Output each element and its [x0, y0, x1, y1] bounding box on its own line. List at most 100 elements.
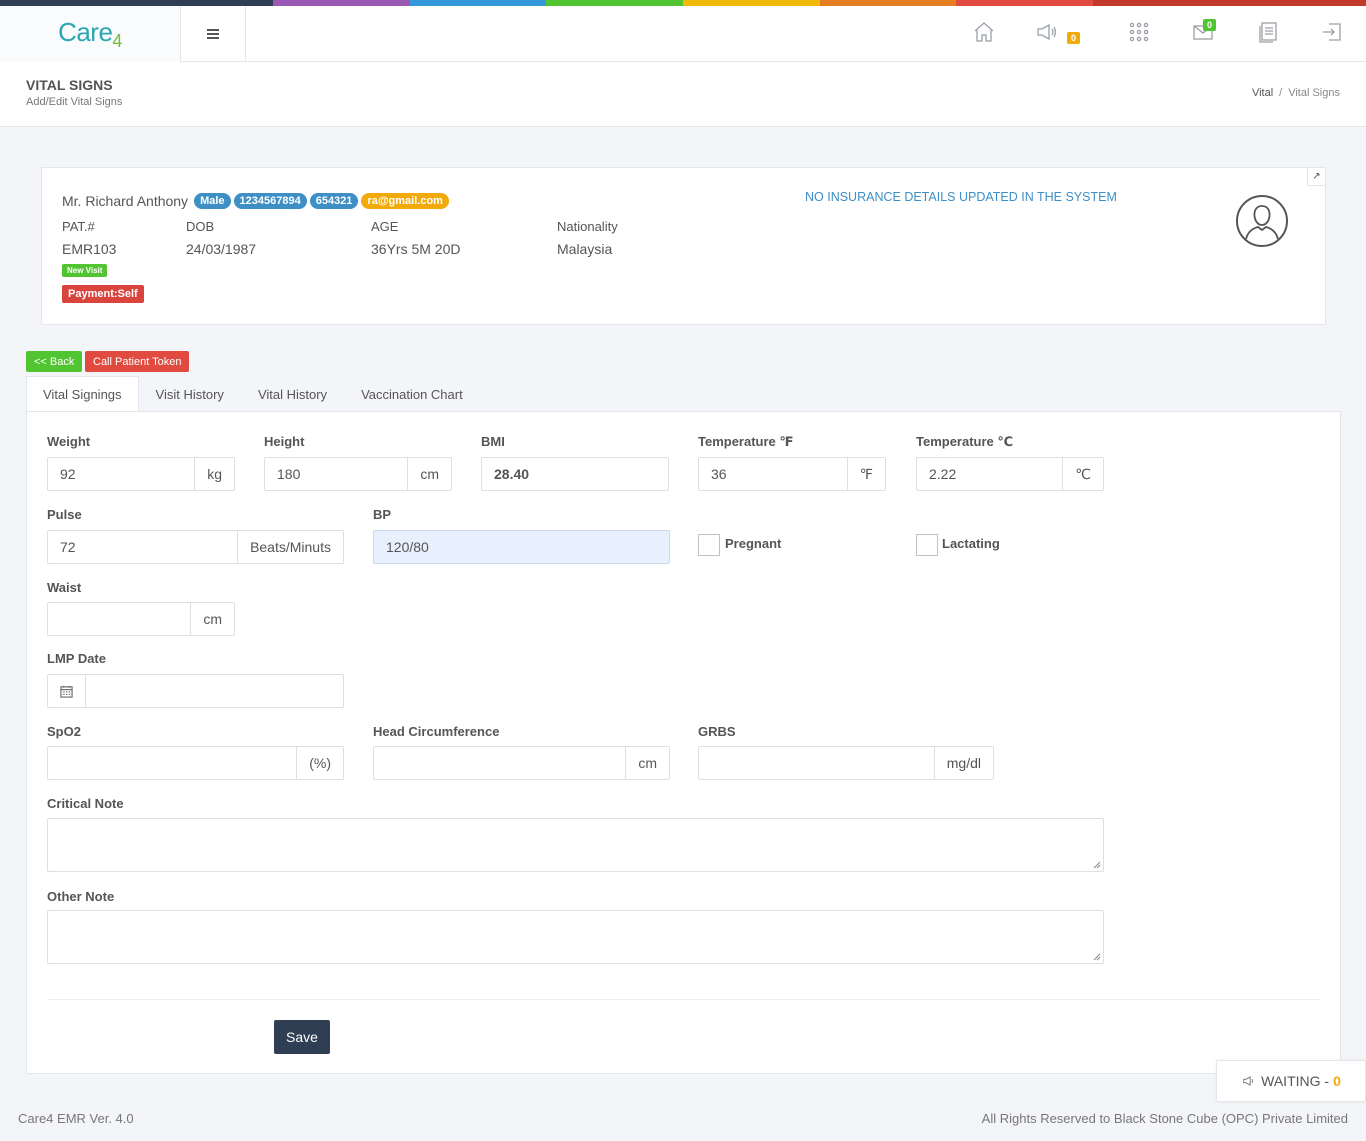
resize-handle-icon [1093, 861, 1101, 869]
waiting-widget[interactable]: WAITING - 0 [1216, 1060, 1366, 1102]
waist-unit: cm [190, 603, 234, 635]
save-button[interactable]: Save [274, 1020, 330, 1054]
megaphone-icon [1243, 1076, 1254, 1086]
report-icon[interactable] [1256, 20, 1284, 48]
temperature-c-input[interactable]: 2.22 [917, 458, 1062, 490]
head-circumference-label: Head Circumference [373, 724, 500, 739]
logo-area[interactable]: Care4 [0, 6, 181, 62]
expand-icon[interactable]: ↗ [1307, 168, 1325, 186]
other-note-textarea[interactable] [47, 910, 1104, 964]
head-circumference-field[interactable]: cm [373, 746, 670, 780]
head-circumference-unit: cm [625, 747, 669, 779]
waist-field[interactable]: cm [47, 602, 235, 636]
gender-badge: Male [194, 193, 231, 209]
height-input[interactable]: 180 [265, 458, 407, 490]
pulse-input[interactable]: 72 [48, 531, 237, 563]
age-value: 36Yrs 5M 20D [371, 241, 461, 257]
head-circumference-input[interactable] [374, 747, 625, 779]
temperature-f-label: Temperature ℉ [698, 434, 794, 449]
height-field[interactable]: 180 cm [264, 457, 452, 491]
tab-vital-history[interactable]: Vital History [241, 376, 344, 412]
logo: Care4 [58, 16, 122, 51]
temperature-c-field[interactable]: 2.22 ℃ [916, 457, 1104, 491]
bmi-input[interactable]: 28.40 [482, 458, 668, 490]
dob-label: DOB [186, 219, 215, 234]
lactating-checkbox[interactable] [916, 534, 938, 556]
avatar [1235, 194, 1289, 248]
lmp-date-field[interactable] [47, 674, 344, 708]
critical-note-label: Critical Note [47, 796, 124, 811]
tab-visit-history[interactable]: Visit History [139, 376, 241, 412]
temperature-f-input[interactable]: 36 [699, 458, 847, 490]
other-note-label: Other Note [47, 889, 115, 904]
grbs-unit: mg/dl [933, 747, 993, 779]
critical-note-textarea[interactable] [47, 818, 1104, 872]
grbs-input[interactable] [699, 747, 934, 779]
dob-value: 24/03/1987 [186, 241, 257, 257]
mail-icon[interactable]: 0 [1191, 19, 1219, 48]
waist-input[interactable] [48, 603, 190, 635]
logout-icon[interactable] [1320, 20, 1348, 48]
menu-toggle-button[interactable] [181, 6, 246, 62]
waiting-count: 0 [1333, 1073, 1341, 1089]
bmi-field[interactable]: 28.40 [481, 457, 669, 491]
temperature-f-field[interactable]: 36 ℉ [698, 457, 886, 491]
spo2-field[interactable]: (%) [47, 746, 344, 780]
height-unit: cm [407, 458, 451, 490]
megaphone-icon[interactable]: 0 [1035, 20, 1081, 48]
vital-signs-form: Weight 92 kg Height 180 cm BMI 28.40 Tem… [26, 411, 1341, 1074]
grbs-field[interactable]: mg/dl [698, 746, 994, 780]
tab-bar: Vital Signings Visit History Vital Histo… [26, 376, 480, 412]
patient-name: Mr. Richard Anthony [62, 193, 189, 209]
tab-vital-signings[interactable]: Vital Signings [26, 376, 139, 412]
bp-field[interactable]: 120/80 [373, 530, 670, 564]
bmi-label: BMI [481, 434, 505, 449]
page-header: VITAL SIGNS Add/Edit Vital Signs Vital / V… [0, 62, 1366, 127]
pulse-unit: Beats/Minuts [237, 531, 343, 563]
pregnant-checkbox[interactable] [698, 534, 720, 556]
pat-no-value: EMR103 [62, 241, 117, 257]
bp-input[interactable]: 120/80 [374, 531, 669, 563]
grbs-label: GRBS [698, 724, 736, 739]
footer-copyright: All Rights Reserved to Black Stone Cube … [981, 1111, 1348, 1126]
hamburger-icon [207, 29, 219, 39]
temperature-f-unit: ℉ [846, 458, 885, 490]
patient-name-row: Mr. Richard Anthony Male 1234567894 6543… [62, 193, 449, 209]
spo2-label: SpO2 [47, 724, 81, 739]
temperature-c-unit: ℃ [1062, 458, 1103, 490]
waiting-label: WAITING - [1261, 1073, 1330, 1089]
resize-handle-icon [1093, 953, 1101, 961]
payment-tag: Payment:Self [62, 285, 144, 303]
page-title: VITAL SIGNS [26, 77, 113, 93]
pregnant-label: Pregnant [725, 536, 782, 551]
breadcrumb-vital[interactable]: Vital [1252, 87, 1273, 99]
patient-info-card: Mr. Richard Anthony Male 1234567894 6543… [41, 167, 1326, 325]
breadcrumb: Vital / Vital Signs [1251, 87, 1340, 99]
insurance-notice: NO INSURANCE DETAILS UPDATED IN THE SYST… [805, 190, 1117, 204]
calendar-icon[interactable] [48, 675, 86, 707]
back-button[interactable]: << Back [26, 351, 83, 372]
height-label: Height [264, 434, 305, 449]
user-avatar-icon [1236, 195, 1288, 247]
home-icon[interactable] [972, 20, 1000, 48]
tab-vaccination-chart[interactable]: Vaccination Chart [344, 376, 480, 412]
apps-grid-icon[interactable] [1127, 20, 1155, 48]
weight-input[interactable]: 92 [48, 458, 194, 490]
messages-badge: 0 [1203, 19, 1217, 31]
email-badge: ra@gmail.com [361, 193, 449, 209]
pulse-field[interactable]: 72 Beats/Minuts [47, 530, 344, 564]
temperature-c-label: Temperature ℃ [916, 434, 1014, 449]
weight-field[interactable]: 92 kg [47, 457, 235, 491]
lactating-label: Lactating [942, 536, 1000, 551]
spo2-input[interactable] [48, 747, 296, 779]
pulse-label: Pulse [47, 507, 82, 522]
age-label: AGE [371, 219, 399, 234]
breadcrumb-current: Vital Signs [1288, 87, 1340, 99]
new-visit-tag: New Visit [62, 264, 108, 277]
spo2-unit: (%) [296, 747, 343, 779]
lmp-date-label: LMP Date [47, 651, 106, 666]
bp-label: BP [373, 507, 392, 522]
call-patient-token-button[interactable]: Call Patient Token [85, 351, 190, 372]
page-subtitle: Add/Edit Vital Signs [26, 96, 123, 108]
lmp-date-input[interactable] [86, 675, 343, 707]
